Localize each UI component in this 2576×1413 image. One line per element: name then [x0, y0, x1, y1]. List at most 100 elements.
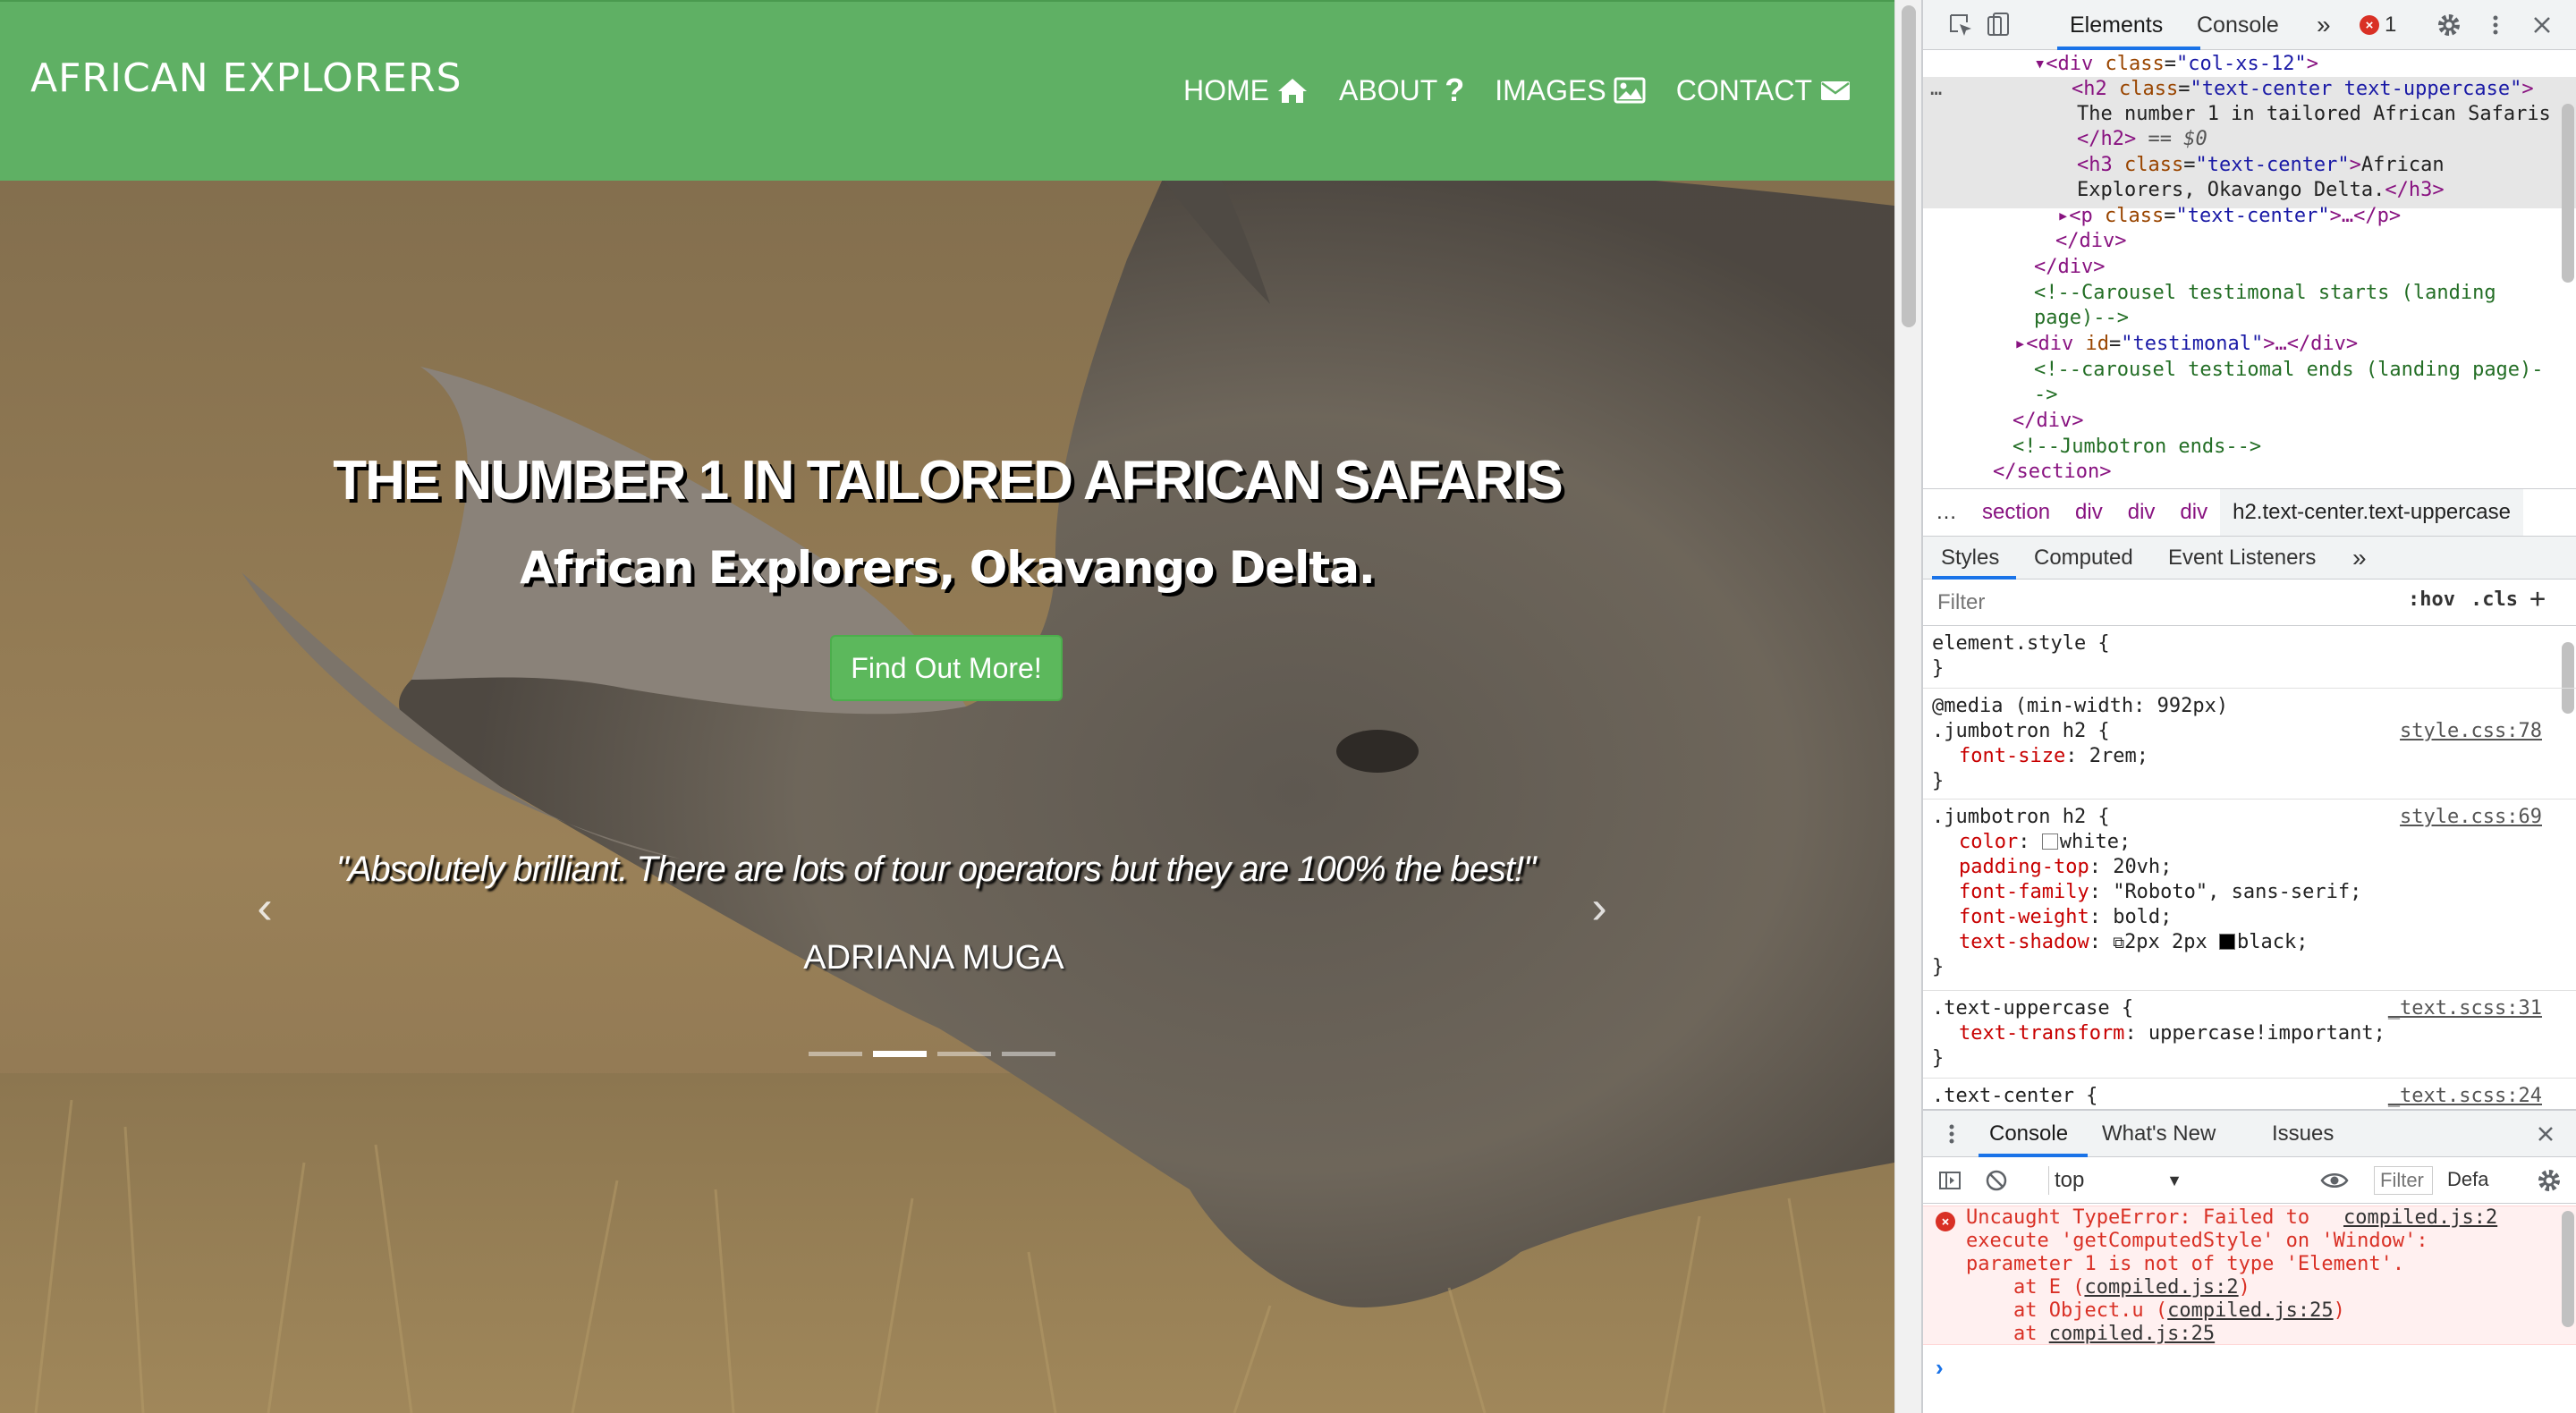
- selected-node-ellipsis[interactable]: …: [1930, 77, 1942, 103]
- console-prompt[interactable]: ›: [1936, 1354, 1944, 1382]
- tab-console[interactable]: Console: [2193, 0, 2283, 50]
- rule-source-link[interactable]: _text.scss:24: [2388, 1084, 2542, 1109]
- dom-comment[interactable]: page)-->: [2034, 306, 2129, 332]
- dom-line-div-close[interactable]: </div>: [2034, 255, 2105, 281]
- css-declaration[interactable]: text-transform: uppercase!important;: [1959, 1021, 2385, 1047]
- dom-text: African: [2360, 154, 2445, 176]
- dom-line-h2[interactable]: <h2 class="text-center text-uppercase">: [2072, 77, 2534, 103]
- device-toolbar-icon[interactable]: [1984, 11, 2012, 39]
- breadcrumb-div[interactable]: div: [2115, 500, 2168, 525]
- rule-text-center[interactable]: .text-center { _text.scss:24: [1923, 1079, 2576, 1109]
- add-rule-plus-icon[interactable]: +: [2529, 583, 2546, 614]
- rule-text-uppercase[interactable]: .text-uppercase { _text.scss:31 text-tra…: [1923, 991, 2576, 1079]
- gear-icon[interactable]: [2435, 11, 2463, 39]
- dom-h2-text[interactable]: The number 1 in tailored African Safaris: [2077, 102, 2551, 128]
- dom-line-h3[interactable]: <h3 class="text-center">African: [2077, 153, 2445, 179]
- rule-source-link[interactable]: _text.scss:31: [2388, 996, 2542, 1022]
- console-error-message[interactable]: × Uncaught TypeError: Failed to compiled…: [1923, 1206, 2576, 1345]
- page-scrollbar[interactable]: [1894, 0, 1921, 1413]
- carousel-indicator[interactable]: [873, 1051, 927, 1057]
- dom-tag: div: [2057, 53, 2094, 75]
- console-scrollbar[interactable]: [2562, 1211, 2574, 1327]
- more-tabs-chevron-icon[interactable]: »: [2352, 537, 2367, 580]
- console-settings-gear-icon[interactable]: [2535, 1166, 2563, 1195]
- rule-element-style[interactable]: element.style { }: [1923, 626, 2576, 689]
- drawer-tab-whats-new[interactable]: What's New: [2102, 1111, 2216, 1157]
- rule-selector: .jumbotron h2 {: [1932, 720, 2110, 742]
- shadow-editor-icon[interactable]: ⧉: [2113, 934, 2124, 952]
- css-declaration[interactable]: font-weight: bold;: [1959, 905, 2172, 931]
- page-scroll-thumb[interactable]: [1902, 5, 1916, 327]
- css-declaration[interactable]: color: white;: [1959, 830, 2131, 856]
- dom-tree-scrollbar[interactable]: [2562, 104, 2574, 283]
- css-declaration[interactable]: font-family: "Roboto", sans-serif;: [1959, 880, 2361, 906]
- eye-icon[interactable]: [2320, 1166, 2349, 1195]
- hover-state-toggle[interactable]: :hov: [2408, 588, 2455, 611]
- error-x-icon: ×: [1936, 1212, 1955, 1231]
- tab-styles[interactable]: Styles: [1941, 537, 1999, 580]
- css-declaration[interactable]: font-size: 2rem;: [1959, 744, 2148, 770]
- close-drawer-icon[interactable]: [2531, 1120, 2560, 1148]
- context-selector[interactable]: top ▼: [2048, 1166, 2188, 1195]
- dom-line-h3-text[interactable]: Explorers, Okavango Delta.</h3>: [2077, 178, 2445, 204]
- breadcrumb-h2[interactable]: h2.text-center.text-uppercase: [2220, 489, 2523, 536]
- drawer-tab-issues[interactable]: Issues: [2272, 1111, 2334, 1157]
- css-declaration[interactable]: padding-top: 20vh;: [1959, 855, 2172, 881]
- carousel-prev-arrow[interactable]: ‹: [247, 882, 283, 934]
- rule-jumbotron-h2[interactable]: .jumbotron h2 { style.css:69 color: whit…: [1923, 800, 2576, 991]
- find-out-more-button[interactable]: Find Out More!: [830, 635, 1063, 701]
- more-tabs-chevron-icon[interactable]: »: [2313, 0, 2334, 50]
- log-level-selector[interactable]: Defa: [2447, 1168, 2488, 1191]
- console-filter-input[interactable]: [2374, 1166, 2433, 1195]
- dom-comment[interactable]: <!--Jumbotron ends-->: [2012, 435, 2261, 461]
- styles-filter-input[interactable]: [1928, 587, 2376, 619]
- carousel-next-arrow[interactable]: ›: [1581, 882, 1617, 934]
- dom-expand-arrow[interactable]: ▸<: [2057, 205, 2081, 227]
- dom-line-div-close[interactable]: </div>: [2012, 409, 2083, 435]
- dom-tree: ▾<div class="col-xs-12"> … <h2 class="te…: [1923, 50, 2576, 488]
- dom-line-h2-close[interactable]: </h2> == $0: [2077, 127, 2207, 153]
- color-swatch-icon[interactable]: [2041, 833, 2058, 850]
- dom-line-section-close[interactable]: </section>: [1993, 460, 2111, 486]
- stack-frame-link[interactable]: compiled.js:25: [2167, 1299, 2333, 1322]
- breadcrumb-ellipsis[interactable]: …: [1923, 500, 1970, 525]
- breadcrumb-div[interactable]: div: [2167, 500, 2220, 525]
- class-toggle[interactable]: .cls: [2470, 588, 2518, 611]
- tab-event-listeners[interactable]: Event Listeners: [2168, 537, 2316, 580]
- error-source-link[interactable]: compiled.js:2: [2343, 1206, 2497, 1230]
- rule-source-link[interactable]: style.css:69: [2400, 805, 2542, 831]
- dom-line-p[interactable]: ▸<p class="text-center">…</p>: [2057, 204, 2401, 230]
- kebab-menu-icon[interactable]: [2481, 11, 2510, 39]
- dom-line-col-xs-12[interactable]: ▾<div class="col-xs-12">: [2034, 52, 2318, 78]
- drawer-menu-icon[interactable]: [1937, 1120, 1966, 1148]
- close-icon[interactable]: [2528, 11, 2556, 39]
- css-declaration[interactable]: text-shadow: ⧉2px 2px black;: [1959, 930, 2309, 957]
- dom-line-div-close[interactable]: </div>: [2055, 229, 2126, 255]
- tab-computed[interactable]: Computed: [2034, 537, 2133, 580]
- stack-frame-link[interactable]: compiled.js:2: [2084, 1276, 2238, 1299]
- dom-expand-arrow[interactable]: ▾<: [2034, 53, 2058, 75]
- tab-elements[interactable]: Elements: [2066, 0, 2166, 50]
- inspect-element-icon[interactable]: [1946, 11, 1975, 39]
- dom-comment[interactable]: <!--carousel testiomal ends (landing pag…: [2034, 358, 2544, 384]
- dom-expand-arrow[interactable]: ▸<: [2014, 333, 2038, 355]
- clear-console-icon[interactable]: [1982, 1166, 2011, 1195]
- breadcrumb-section[interactable]: section: [1970, 500, 2063, 525]
- stack-frame-text: ): [2333, 1299, 2345, 1322]
- stack-frame-link[interactable]: compiled.js:25: [2049, 1323, 2215, 1345]
- drawer-tab-console[interactable]: Console: [1989, 1111, 2068, 1157]
- carousel-indicator[interactable]: [1002, 1052, 1055, 1056]
- breadcrumb-div[interactable]: div: [2063, 500, 2115, 525]
- color-swatch-icon[interactable]: [2219, 934, 2236, 950]
- rule-source-link[interactable]: style.css:78: [2400, 719, 2542, 745]
- carousel-indicator[interactable]: [809, 1052, 862, 1056]
- rule-close-brace: }: [1932, 1047, 1945, 1070]
- error-count-badge[interactable]: × 1: [2360, 9, 2396, 41]
- css-value: white;: [2059, 831, 2131, 853]
- rule-jumbotron-h2-media[interactable]: @media (min-width: 992px) .jumbotron h2 …: [1923, 689, 2576, 800]
- console-sidebar-icon[interactable]: [1936, 1166, 1964, 1195]
- dom-line-testimonal[interactable]: ▸<div id="testimonal">…</div>: [2014, 332, 2358, 358]
- carousel-indicator[interactable]: [937, 1052, 991, 1056]
- dom-comment[interactable]: <!--Carousel testimonal starts (landing: [2034, 281, 2496, 307]
- dom-comment[interactable]: ->: [2034, 383, 2058, 409]
